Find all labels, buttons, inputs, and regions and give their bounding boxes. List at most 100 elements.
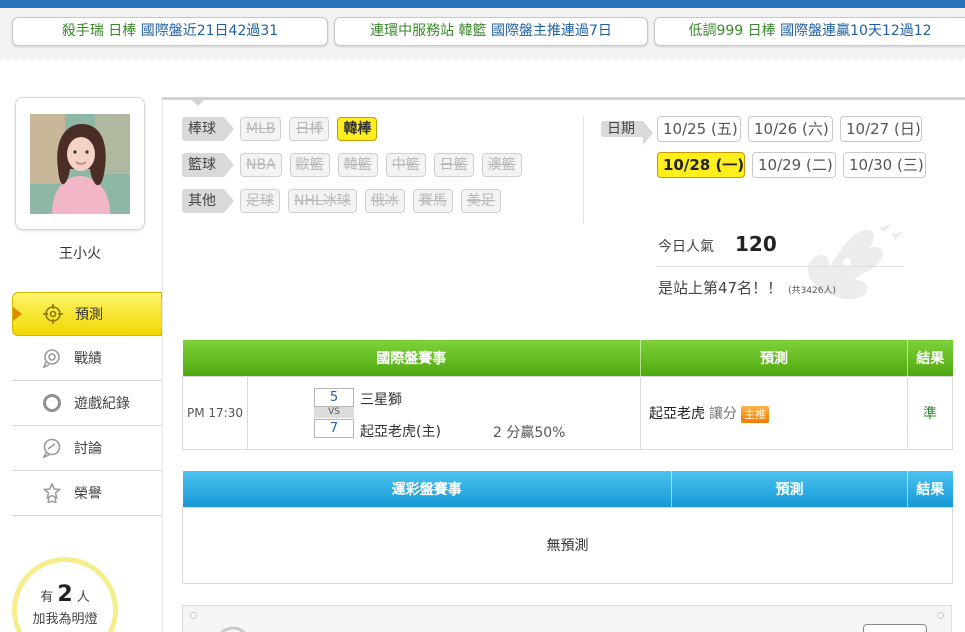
table-row: PM 17:30 5 VS 7 三星獅 起亞老虎(主) 2 分贏50% 起亞老虎… — [182, 375, 953, 450]
lottery-header-result: 結果 — [907, 471, 953, 507]
fans-counter[interactable]: 有 2 人 加我為明燈 — [12, 557, 118, 632]
panel-rivet — [190, 612, 197, 619]
rank-text: 是站上第47名！！ (共3426人) — [658, 277, 836, 298]
match-odds: 2 分贏50% — [493, 424, 566, 441]
ticker-record: 國際盤連贏10天12過12 — [780, 23, 932, 39]
filter-chip-japan-basketball[interactable]: 日籃 — [433, 153, 474, 177]
filter-chip-china-basketball[interactable]: 中籃 — [385, 153, 426, 177]
filter-chip-korea-basketball[interactable]: 韓籃 — [337, 153, 378, 177]
target-icon — [43, 304, 63, 324]
filter-divider — [583, 117, 584, 223]
away-team: 三星獅 — [360, 391, 402, 408]
popularity-label: 今日人氣 — [658, 239, 714, 255]
match-time: PM 17:30 — [182, 375, 248, 450]
category-label: 籃球 — [182, 153, 234, 177]
date-chip[interactable]: 10/27 (日) — [840, 116, 922, 142]
intl-header-match: 國際盤賽事 — [182, 340, 641, 376]
medal-icon — [42, 483, 62, 503]
lottery-header-match: 運彩盤賽事 — [182, 471, 672, 507]
empty-state: 無預測 — [182, 506, 953, 584]
away-score: 5 — [314, 387, 354, 407]
pick-type: 讓分 — [709, 405, 737, 422]
filter-chip-kbo[interactable]: 韓棒 — [337, 117, 378, 141]
pick-team: 起亞老虎 — [649, 405, 705, 422]
category-row-other: 其他 足球 NHL冰球 俄冰 賽馬 美足 — [182, 189, 509, 213]
filter-chip-nhl[interactable]: NHL冰球 — [288, 189, 357, 213]
popularity-divider — [656, 266, 904, 267]
panel-rivet — [937, 612, 944, 619]
filter-chip-nba[interactable]: NBA — [240, 153, 282, 177]
category-row-basketball: 籃球 NBA 歐籃 韓籃 中籃 日籃 澳籃 — [182, 153, 530, 177]
ticker-record: 國際盤近21日42過31 — [140, 23, 279, 39]
main-pick-badge: 主推 — [741, 405, 769, 423]
pick-cell: 起亞老虎 讓分 主推 — [640, 375, 908, 450]
date-chip[interactable]: 10/30 (三) — [843, 152, 926, 178]
ticker-league: 日棒 — [108, 23, 137, 39]
fans-text: 加我為明燈 — [32, 612, 98, 627]
filter-chip-euro-basketball[interactable]: 歐籃 — [289, 153, 330, 177]
rank-total: (共3426人) — [788, 286, 837, 296]
date-chip-selected[interactable]: 10/28 (一) — [657, 152, 745, 178]
home-team: 起亞老虎(主) — [360, 423, 441, 440]
ticker-item[interactable]: 殺手瑞 日棒 國際盤近21日42過31 — [12, 17, 328, 46]
left-menu: 預測 戰績 遊戲紀錄 討論 榮譽 — [12, 292, 172, 516]
filter-chip-nfl[interactable]: 美足 — [460, 189, 501, 213]
ticker-league: 日棒 — [747, 23, 776, 39]
filter-chip-horse-racing[interactable]: 賽馬 — [412, 189, 453, 213]
category-label: 棒球 — [182, 117, 234, 141]
menu-label: 預測 — [75, 307, 103, 323]
ticker-league: 韓籃 — [458, 23, 487, 39]
menu-item-predict[interactable]: 預測 — [12, 292, 172, 336]
filter-chip-soccer[interactable]: 足球 — [240, 189, 280, 213]
filter-chip-npb[interactable]: 日棒 — [289, 117, 330, 141]
menu-label: 榮譽 — [74, 486, 102, 502]
date-label: 日期 — [601, 121, 643, 137]
date-chip[interactable]: 10/25 (五) — [657, 116, 741, 142]
fans-suffix: 人 — [76, 590, 90, 605]
category-row-baseball: 棒球 MLB 日棒 韓棒 — [182, 117, 385, 141]
lottery-table: 運彩盤賽事 預測 結果 無預測 — [182, 471, 953, 584]
popularity-value: 120 — [735, 232, 777, 256]
fans-count: 2 — [57, 582, 73, 607]
username: 王小火 — [59, 246, 101, 262]
menu-label: 討論 — [74, 441, 102, 457]
fans-count-line: 有 2 人 — [17, 582, 113, 607]
result-cell: 準 — [907, 375, 953, 450]
lottery-header-pick: 預測 — [671, 471, 908, 507]
chat-icon — [42, 438, 62, 458]
record-panel-icon — [215, 622, 251, 632]
record-icon — [42, 348, 62, 368]
menu-item-honor[interactable]: 榮譽 — [12, 471, 162, 516]
ticker-record: 國際盤主推連過7日 — [490, 23, 612, 39]
menu-label: 遊戲紀錄 — [74, 396, 130, 412]
intl-header-pick: 預測 — [640, 340, 908, 376]
panel-button[interactable] — [863, 624, 927, 632]
vs-label: VS — [314, 406, 354, 418]
rank-value: 是站上第47名！！ — [658, 279, 783, 297]
menu-label: 戰績 — [74, 351, 102, 367]
ticker-item[interactable]: 低調999 日棒 國際盤連贏10天12過12 — [654, 17, 965, 46]
category-label: 其他 — [182, 189, 234, 213]
fans-prefix: 有 — [40, 590, 54, 605]
avatar[interactable] — [30, 114, 130, 214]
avatar-card — [15, 97, 145, 230]
intl-header-result: 結果 — [907, 340, 953, 376]
table-row: 無預測 — [182, 506, 953, 584]
ticker-item[interactable]: 連環中服務站 韓籃 國際盤主推連過7日 — [334, 17, 648, 46]
menu-item-record[interactable]: 戰績 — [12, 336, 162, 381]
ticker-name: 連環中服務站 — [370, 23, 455, 39]
filter-chip-khl[interactable]: 俄冰 — [364, 189, 405, 213]
filter-chip-aus-basketball[interactable]: 澳籃 — [481, 153, 522, 177]
ticker-name: 低調999 — [688, 23, 744, 39]
date-chip[interactable]: 10/26 (六) — [748, 116, 833, 142]
menu-item-game-log[interactable]: 遊戲紀錄 — [12, 381, 162, 426]
filter-chip-mlb[interactable]: MLB — [240, 117, 282, 141]
ring-icon — [42, 393, 62, 413]
intl-table: 國際盤賽事 預測 結果 PM 17:30 5 VS 7 三星獅 起亞老虎(主) … — [182, 340, 953, 450]
match-cell: 5 VS 7 三星獅 起亞老虎(主) 2 分贏50% — [247, 375, 641, 450]
date-label-wrap: 日期 — [601, 117, 659, 141]
record-panel — [182, 605, 952, 632]
ticker-name: 殺手瑞 — [61, 23, 104, 39]
menu-item-discussion[interactable]: 討論 — [12, 426, 162, 471]
date-chip[interactable]: 10/29 (二) — [752, 152, 836, 178]
